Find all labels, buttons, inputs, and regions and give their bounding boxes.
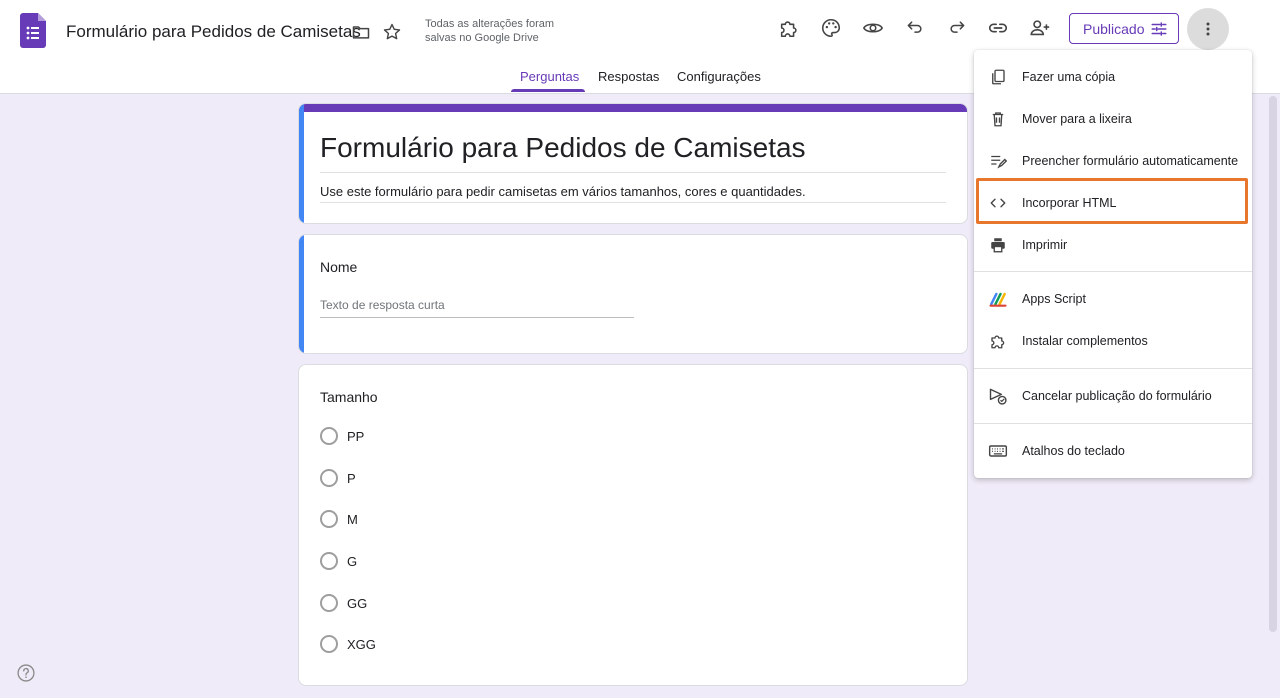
menu-item-apps-script[interactable]: Apps Script bbox=[974, 278, 1252, 320]
menu-divider bbox=[974, 423, 1252, 424]
radio-option[interactable]: M bbox=[320, 510, 358, 528]
form-title-card[interactable]: Formulário para Pedidos de Camisetas Use… bbox=[298, 103, 968, 224]
radio-option[interactable]: P bbox=[320, 469, 356, 487]
radio-option[interactable]: XGG bbox=[320, 635, 376, 653]
radio-button[interactable] bbox=[320, 635, 338, 653]
question-title[interactable]: Nome bbox=[320, 259, 357, 275]
question-card-nome[interactable]: Nome Texto de resposta curta bbox=[298, 234, 968, 354]
selected-indicator bbox=[299, 235, 304, 353]
form-description[interactable]: Use este formulário para pedir camisetas… bbox=[320, 184, 806, 199]
radio-option[interactable]: G bbox=[320, 552, 357, 570]
menu-item-label: Apps Script bbox=[1022, 292, 1086, 306]
menu-divider bbox=[974, 271, 1252, 272]
autofill-icon bbox=[988, 151, 1008, 171]
palette-icon[interactable] bbox=[819, 16, 843, 40]
divider bbox=[320, 172, 946, 173]
option-label: PP bbox=[347, 428, 365, 444]
menu-item-label: Imprimir bbox=[1022, 238, 1068, 252]
radio-option[interactable]: PP bbox=[320, 427, 364, 445]
menu-item-imprimir[interactable]: Imprimir bbox=[974, 224, 1252, 266]
tune-icon bbox=[1151, 22, 1167, 36]
undo-icon[interactable] bbox=[903, 16, 927, 40]
publish-button[interactable]: Publicado bbox=[1069, 13, 1179, 44]
menu-item-instalar-complementos[interactable]: Instalar complementos bbox=[974, 320, 1252, 362]
menu-item-mover-lixeira[interactable]: Mover para a lixeira bbox=[974, 98, 1252, 140]
tab-respostas[interactable]: Respostas bbox=[598, 69, 659, 84]
apps-script-icon bbox=[988, 289, 1008, 309]
keyboard-icon bbox=[988, 441, 1008, 461]
menu-item-label: Fazer uma cópia bbox=[1022, 70, 1116, 84]
copy-icon bbox=[988, 67, 1008, 87]
addon-icon bbox=[988, 331, 1008, 351]
folder-icon[interactable] bbox=[349, 20, 373, 44]
menu-item-cancelar-publicacao[interactable]: Cancelar publicação do formulário bbox=[974, 375, 1252, 417]
star-icon[interactable] bbox=[380, 20, 404, 44]
menu-divider bbox=[974, 368, 1252, 369]
theme-color-bar bbox=[299, 104, 967, 112]
redo-icon[interactable] bbox=[945, 16, 969, 40]
question-card-tamanho[interactable]: Tamanho PP P M G GG XGG bbox=[298, 364, 968, 686]
active-tab-indicator bbox=[511, 89, 585, 92]
unpublish-icon bbox=[988, 386, 1008, 406]
highlight-annotation bbox=[976, 178, 1248, 224]
radio-option[interactable]: GG bbox=[320, 594, 367, 612]
radio-button[interactable] bbox=[320, 552, 338, 570]
trash-icon bbox=[988, 109, 1008, 129]
link-icon[interactable] bbox=[986, 16, 1010, 40]
document-title[interactable]: Formulário para Pedidos de Camisetas bbox=[66, 22, 361, 42]
menu-item-label: Instalar complementos bbox=[1022, 334, 1148, 348]
tab-perguntas[interactable]: Perguntas bbox=[520, 69, 579, 84]
menu-item-preencher-automaticamente[interactable]: Preencher formulário automaticamente bbox=[974, 140, 1252, 182]
option-label: M bbox=[347, 511, 358, 527]
form-title[interactable]: Formulário para Pedidos de Camisetas bbox=[320, 132, 806, 164]
answer-underline bbox=[320, 317, 634, 318]
option-label: G bbox=[347, 553, 358, 569]
scrollbar[interactable] bbox=[1269, 96, 1277, 632]
tab-configuracoes[interactable]: Configurações bbox=[677, 69, 761, 84]
more-options-button[interactable] bbox=[1187, 8, 1229, 50]
publish-label: Publicado bbox=[1083, 20, 1145, 37]
menu-item-label: Mover para a lixeira bbox=[1022, 112, 1132, 126]
menu-item-label: Atalhos do teclado bbox=[1022, 444, 1125, 458]
radio-button[interactable] bbox=[320, 594, 338, 612]
help-icon[interactable] bbox=[16, 663, 36, 683]
forms-logo-icon[interactable] bbox=[20, 13, 46, 48]
save-status: Todas as alterações foram salvas no Goog… bbox=[425, 18, 555, 44]
radio-button[interactable] bbox=[320, 427, 338, 445]
divider bbox=[320, 202, 946, 203]
menu-item-label: Cancelar publicação do formulário bbox=[1022, 389, 1212, 403]
question-title[interactable]: Tamanho bbox=[320, 389, 378, 405]
preview-eye-icon[interactable] bbox=[861, 16, 885, 40]
add-collaborator-icon[interactable] bbox=[1028, 16, 1052, 40]
menu-item-fazer-copia[interactable]: Fazer uma cópia bbox=[974, 56, 1252, 98]
menu-item-atalhos-teclado[interactable]: Atalhos do teclado bbox=[974, 430, 1252, 472]
option-label: GG bbox=[347, 595, 368, 611]
menu-item-label: Preencher formulário automaticamente bbox=[1022, 154, 1239, 168]
option-label: XGG bbox=[347, 636, 376, 652]
option-label: P bbox=[347, 470, 356, 486]
selected-indicator bbox=[299, 104, 304, 223]
more-vert-icon bbox=[1206, 22, 1210, 36]
more-options-menu: Fazer uma cópia Mover para a lixeira Pre… bbox=[974, 50, 1252, 478]
print-icon bbox=[988, 235, 1008, 255]
radio-button[interactable] bbox=[320, 469, 338, 487]
addons-puzzle-icon[interactable] bbox=[777, 16, 801, 40]
radio-button[interactable] bbox=[320, 510, 338, 528]
short-answer-placeholder: Texto de resposta curta bbox=[320, 298, 445, 312]
